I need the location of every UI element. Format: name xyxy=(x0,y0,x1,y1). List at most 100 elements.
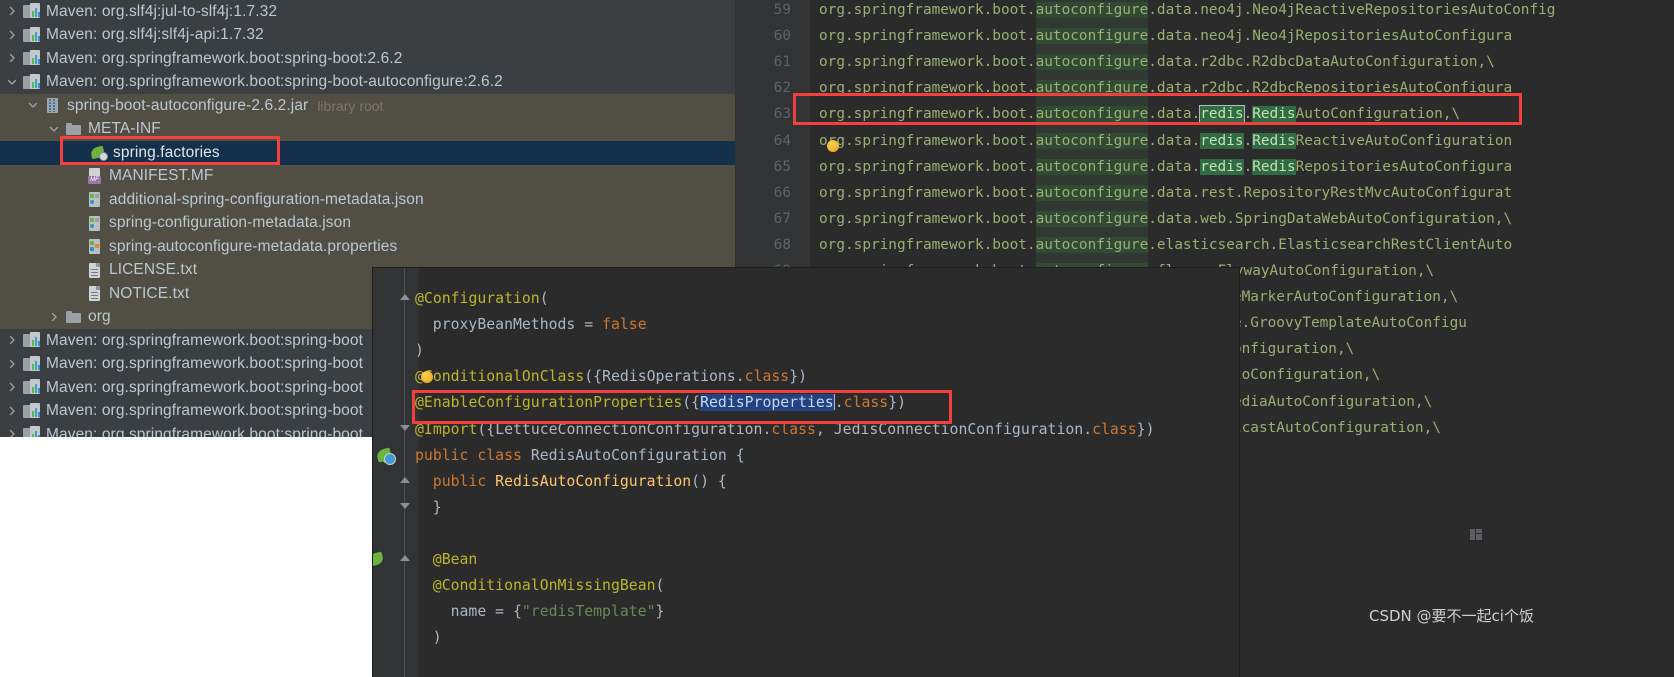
tree-row-label: Maven: org.springframework.boot:spring-b… xyxy=(46,49,403,67)
tree-row-label: Maven: org.slf4j:jul-to-slf4j:1.7.32 xyxy=(46,2,278,20)
popup-line-8: } xyxy=(432,498,442,516)
tree-row-4[interactable]: spring-boot-autoconfigure-2.6.2.jar libra… xyxy=(0,94,735,118)
popup-fold-collapse-bottom-8[interactable] xyxy=(400,502,410,513)
tree-twisty-chevron-down[interactable] xyxy=(6,76,19,89)
popup-line-3: @ConditionalOnClass({RedisOperations.cla… xyxy=(415,368,808,386)
tree-row-0[interactable]: Maven: org.slf4j:jul-to-slf4j:1.7.32 xyxy=(0,0,735,24)
popup-line-10: @Bean xyxy=(432,551,478,568)
editor-line-67: 67 org.springframework.boot.autoconfigure… xyxy=(735,210,1674,237)
maven-module-icon xyxy=(23,50,40,67)
maven-module-icon xyxy=(23,3,40,20)
maven-module-icon xyxy=(23,332,40,349)
maven-module-icon xyxy=(23,26,40,44)
editor-line-66: 66 org.springframework.boot.autoconfigure… xyxy=(735,184,1674,211)
tree-row-9[interactable]: spring-configuration-metadata.json xyxy=(0,211,735,235)
popup-fold-spine xyxy=(404,268,405,677)
tree-row-label: org xyxy=(88,308,111,326)
spring-bean-method-gutter-icon[interactable] xyxy=(373,551,391,569)
popup-line-0: @Configuration( xyxy=(415,290,549,307)
popup-fold-collapse-top-7[interactable] xyxy=(400,476,410,487)
tree-row-5[interactable]: META-INF xyxy=(0,117,735,141)
editor-line-number: 61 xyxy=(773,54,791,71)
editor-line-code: org.springframework.boot.autoconfigure.d… xyxy=(819,210,1513,227)
tree-twisty-chevron-right[interactable] xyxy=(6,381,19,394)
tree-twisty-chevron-down[interactable] xyxy=(48,123,61,136)
editor-line-number: 67 xyxy=(773,210,791,227)
tree-row-label: NOTICE.txt xyxy=(109,284,190,302)
tree-row-label: Maven: org.slf4j:slf4j-api:1.7.32 xyxy=(46,26,264,44)
tree-row-label: Maven: org.springframework.boot:spring-b… xyxy=(46,331,364,349)
tree-row-1[interactable]: Maven: org.slf4j:slf4j-api:1.7.32 xyxy=(0,24,735,48)
maven-module-icon xyxy=(23,402,40,420)
editor-line-code: org.springframework.boot.autoconfigure.d… xyxy=(819,132,1513,149)
tree-row-label: LICENSE.txt xyxy=(109,261,198,279)
tree-twisty-chevron-right[interactable] xyxy=(6,405,19,418)
tree-twisty-chevron-down[interactable] xyxy=(27,99,40,112)
tree-row-3[interactable]: Maven: org.springframework.boot:spring-b… xyxy=(0,71,735,95)
editor-line-68: 68 org.springframework.boot.autoconfigure… xyxy=(735,236,1674,263)
tree-twisty-chevron-right[interactable] xyxy=(6,358,19,371)
tree-twisty-empty xyxy=(69,264,82,277)
csdn-watermark: CSDN @要不一起ci个饭 xyxy=(1369,607,1534,625)
popup-line-1: proxyBeanMethods = false xyxy=(432,316,647,334)
manifest-mf-icon: MF xyxy=(86,167,103,185)
editor-line-59: 59 org.springframework.boot.autoconfigure… xyxy=(735,2,1674,28)
popup-line-6: public class RedisAutoConfiguration { xyxy=(415,446,745,464)
tree-row-label: Maven: org.springframework.boot:spring-b… xyxy=(46,402,364,420)
tree-row-10[interactable]: spring-autoconfigure-metadata.properties xyxy=(0,235,735,259)
tree-row-label: spring-boot-autoconfigure-2.6.2.jar xyxy=(67,96,309,114)
popup-line-5: @Import({LettuceConnectionConfiguration.… xyxy=(415,420,1155,438)
popup-line-12: name = {"redisTemplate"} xyxy=(450,603,665,621)
popup-fold-collapse-top-10[interactable] xyxy=(400,555,410,565)
tree-twisty-chevron-right[interactable] xyxy=(6,29,19,42)
tree-twisty-chevron-right[interactable] xyxy=(6,334,19,347)
screenshot-root: Maven: org.slf4j:jul-to-slf4j:1.7.32 Mave… xyxy=(0,0,1674,677)
tree-twisty-chevron-right[interactable] xyxy=(6,52,19,65)
popup-line-4: @EnableConfigurationProperties({RedisPro… xyxy=(415,394,907,412)
folder-icon xyxy=(65,309,82,326)
editor-line-number: 63 xyxy=(773,106,791,123)
tree-row-label: Maven: org.springframework.boot:spring-b… xyxy=(46,73,503,91)
spring-factories-icon xyxy=(89,144,108,162)
white-background-left xyxy=(0,437,373,677)
lightbulb-icon[interactable] xyxy=(827,139,839,152)
tree-row-label: Maven: org.springframework.boot:spring-b… xyxy=(46,355,364,373)
tree-twisty-chevron-right[interactable] xyxy=(6,5,19,18)
tree-twisty-empty xyxy=(69,217,82,230)
tree-row-label: Maven: org.springframework.boot:spring-b… xyxy=(46,425,364,437)
editor-line-number: 64 xyxy=(773,132,791,149)
popup-fold-collapse-top-0[interactable] xyxy=(400,294,410,304)
tree-row-label: additional-spring-configuration-metadata… xyxy=(109,190,424,208)
tree-twisty-empty xyxy=(69,287,82,300)
tree-row-7[interactable]: MF MANIFEST.MF xyxy=(0,164,735,188)
popup-fold-collapse-bottom-5[interactable] xyxy=(400,424,410,435)
tree-twisty-empty xyxy=(69,193,82,206)
editor-line-code: org.springframework.boot.autoconfigure.d… xyxy=(819,184,1513,201)
tree-twisty-empty xyxy=(69,146,82,159)
tree-twisty-chevron-right[interactable] xyxy=(48,311,61,324)
editor-line-number: 65 xyxy=(773,158,791,175)
editor-line-code: org.springframework.boot.autoconfigure.d… xyxy=(819,2,1556,18)
maven-module-icon xyxy=(23,73,40,91)
maven-module-icon xyxy=(23,355,40,373)
editor-line-code: org.springframework.boot.autoconfigure.d… xyxy=(819,54,1495,71)
tree-row-2[interactable]: Maven: org.springframework.boot:spring-b… xyxy=(0,47,735,71)
tree-twisty-empty xyxy=(69,170,82,183)
editor-line-62: 62 org.springframework.boot.autoconfigure… xyxy=(735,80,1674,106)
tree-row-8[interactable]: additional-spring-configuration-metadata… xyxy=(0,188,735,212)
redis-autoconfiguration-popup[interactable]: @Configuration( proxyBeanMethods = false)… xyxy=(373,268,1239,677)
editor-line-code: org.springframework.boot.autoconfigure.e… xyxy=(819,236,1513,253)
tree-row-label: spring.factories xyxy=(113,143,220,161)
editor-line-number: 60 xyxy=(773,28,791,45)
maven-module-icon xyxy=(23,426,40,437)
tree-twisty-empty xyxy=(69,240,82,253)
tree-row-label: MANIFEST.MF xyxy=(109,167,214,185)
spring-bean-gutter-icon[interactable] xyxy=(375,447,396,465)
text-file-icon xyxy=(86,262,103,279)
popup-line-7: public RedisAutoConfiguration() { xyxy=(432,472,727,490)
tree-row-6[interactable]: spring.factories xyxy=(0,141,735,165)
popup-line-13: ) xyxy=(432,629,442,647)
tree-twisty-chevron-right[interactable] xyxy=(6,428,19,437)
tree-row-label: spring-configuration-metadata.json xyxy=(109,214,352,232)
popup-gutter xyxy=(373,268,419,677)
